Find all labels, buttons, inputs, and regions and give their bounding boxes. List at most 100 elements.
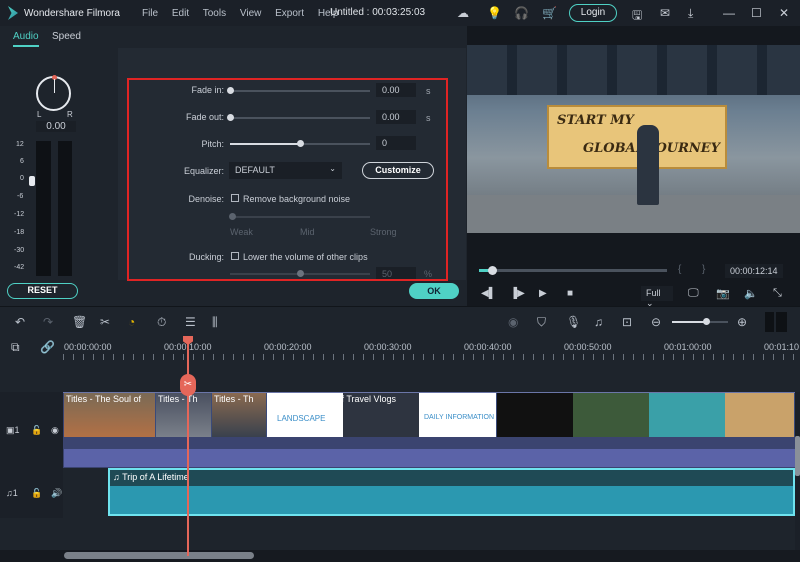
menu-tools[interactable]: Tools	[203, 8, 226, 19]
notification-icon[interactable]: ✉	[660, 6, 670, 20]
microphone-icon[interactable]: 🎙	[566, 315, 581, 329]
fade-in-slider[interactable]	[230, 90, 370, 92]
add-track-icon[interactable]: ⧉	[11, 340, 20, 355]
ducking-checkbox[interactable]	[231, 252, 239, 260]
fit-icon[interactable]: ⊡	[622, 315, 632, 329]
render-icon[interactable]: ◉	[508, 315, 518, 329]
ruler-label: 00:00:50:00	[564, 342, 612, 352]
ok-button[interactable]: OK	[409, 283, 459, 299]
login-button[interactable]: Login	[569, 4, 617, 22]
video-clip[interactable]	[497, 393, 795, 437]
close-icon[interactable]: ✕	[779, 6, 789, 20]
denoise-slider-knob[interactable]	[229, 213, 236, 220]
headset-icon[interactable]: 🎧	[514, 6, 529, 20]
scissors-icon[interactable]: ✂	[180, 374, 196, 396]
preview-progress-knob[interactable]	[488, 266, 498, 275]
duration-icon[interactable]: ⏱	[157, 315, 166, 330]
delete-icon[interactable]: 🗑	[72, 315, 87, 329]
fade-in-input[interactable]: 0.00	[376, 83, 416, 97]
clip-title: Titles - The Soul of	[66, 394, 142, 404]
lightbulb-icon[interactable]: 💡	[487, 6, 502, 20]
fade-out-slider-knob[interactable]	[227, 114, 234, 121]
eye-icon[interactable]: ◉	[51, 425, 59, 436]
ducking-slider-knob[interactable]	[297, 270, 304, 277]
download-icon[interactable]: ⤓	[688, 6, 693, 21]
voiceover-icon[interactable]: ♫	[594, 315, 603, 329]
undo-icon[interactable]: ↶	[15, 315, 25, 329]
meter-label: 12	[16, 141, 24, 148]
menu-view[interactable]: View	[240, 8, 262, 19]
preview-progress[interactable]	[479, 269, 667, 272]
video-clip[interactable]: Titles - Th	[156, 393, 212, 437]
ruler-label: 00:00:00:00	[64, 342, 112, 352]
cart-icon[interactable]: 🛒	[542, 6, 557, 20]
pitch-input[interactable]: 0	[376, 136, 416, 150]
fade-out-input[interactable]: 0.00	[376, 110, 416, 124]
scrollbar-thumb[interactable]	[64, 552, 254, 559]
fade-out-unit: s	[426, 113, 431, 123]
lock-icon[interactable]: 🔓	[31, 425, 42, 436]
pan-knob[interactable]	[36, 75, 71, 111]
play-icon[interactable]: ▶	[539, 288, 547, 299]
menu-edit[interactable]: Edit	[172, 8, 189, 19]
horizontal-scrollbar[interactable]	[0, 550, 800, 562]
tab-audio[interactable]: Audio	[13, 31, 39, 47]
link-icon[interactable]: 🔗	[40, 340, 55, 354]
filmora-logo-icon	[8, 6, 18, 20]
playhead[interactable]	[187, 336, 189, 556]
customize-button[interactable]: Customize	[362, 162, 434, 179]
prev-frame-icon[interactable]: ◀▌	[481, 288, 496, 299]
cut-icon[interactable]: ✂	[100, 315, 110, 329]
denoise-slider[interactable]	[230, 216, 370, 218]
quality-dropdown[interactable]: Full ⌄	[641, 286, 673, 308]
cloud-icon[interactable]: ☁	[457, 6, 469, 20]
pan-value: 0.00	[36, 121, 76, 132]
menu-export[interactable]: Export	[275, 8, 304, 19]
pitch-slider-knob[interactable]	[297, 140, 304, 147]
denoise-checkbox[interactable]	[231, 194, 239, 202]
audio-clip[interactable]: ♫ Trip of A Lifetime	[108, 468, 795, 516]
video-clip[interactable]: Titles - Th	[212, 393, 267, 437]
mark-out-icon[interactable]: }	[702, 264, 705, 275]
equalizer-dropdown[interactable]: DEFAULT ⌄	[229, 162, 342, 179]
fade-out-slider[interactable]	[230, 117, 370, 119]
pan-right-label: R	[67, 110, 73, 119]
minimize-icon[interactable]: —	[723, 6, 735, 20]
next-frame-icon[interactable]: ▐▶	[510, 288, 525, 299]
zoom-in-icon[interactable]: ⊕	[737, 315, 747, 329]
zoom-out-icon[interactable]: ⊖	[651, 315, 661, 329]
title-bar: Wondershare Filmora File Edit Tools View…	[0, 0, 800, 26]
reset-button[interactable]: RESET	[7, 283, 78, 299]
zoom-slider[interactable]	[672, 321, 728, 323]
ruler-label: 00:00:20:00	[264, 342, 312, 352]
redo-icon[interactable]: ↷	[43, 315, 53, 329]
video-clip[interactable]: Titles - The Soul of Travel Vlogs LANDSC…	[267, 393, 497, 437]
speaker-icon[interactable]: 🔊	[51, 488, 62, 499]
mark-in-icon[interactable]: {	[678, 264, 681, 275]
adjust-icon[interactable]: ☰	[185, 315, 196, 329]
timeline-ruler[interactable]: ⧉ 🔗 00:00:00:0000:00:10:0000:00:20:0000:…	[0, 336, 800, 392]
vertical-scrollbar[interactable]	[795, 392, 800, 552]
volume-slider-handle[interactable]	[29, 176, 35, 186]
maximize-icon[interactable]: ☐	[751, 6, 762, 20]
fullscreen-icon[interactable]: ⤡	[773, 287, 782, 300]
video-clip[interactable]: Titles - The Soul of	[64, 393, 156, 437]
lock-icon[interactable]: 🔓	[31, 488, 42, 499]
audio-split-icon[interactable]: ⫼	[212, 315, 218, 330]
tab-speed[interactable]: Speed	[52, 31, 81, 42]
track-headers	[0, 392, 63, 518]
stop-icon[interactable]: ■	[567, 288, 573, 299]
ducking-input[interactable]: 50	[376, 267, 416, 279]
snapshot-icon[interactable]: 📷	[716, 287, 730, 300]
pan-left-label: L	[37, 110, 42, 119]
speed-icon[interactable]: ◔	[128, 315, 135, 329]
preview-panel: START MY GLOBAL JOURNEY { } 00:00:12:14 …	[467, 26, 800, 308]
zoom-slider-knob[interactable]	[702, 318, 710, 325]
layout-toggle[interactable]	[765, 312, 787, 332]
fade-in-slider-knob[interactable]	[227, 87, 234, 94]
save-icon[interactable]: 🖫	[632, 6, 642, 27]
volume-icon[interactable]: 🔈	[744, 287, 758, 300]
display-icon[interactable]: 🖵	[688, 287, 699, 300]
marker-icon[interactable]: ⛉	[537, 315, 546, 330]
menu-file[interactable]: File	[142, 8, 158, 19]
